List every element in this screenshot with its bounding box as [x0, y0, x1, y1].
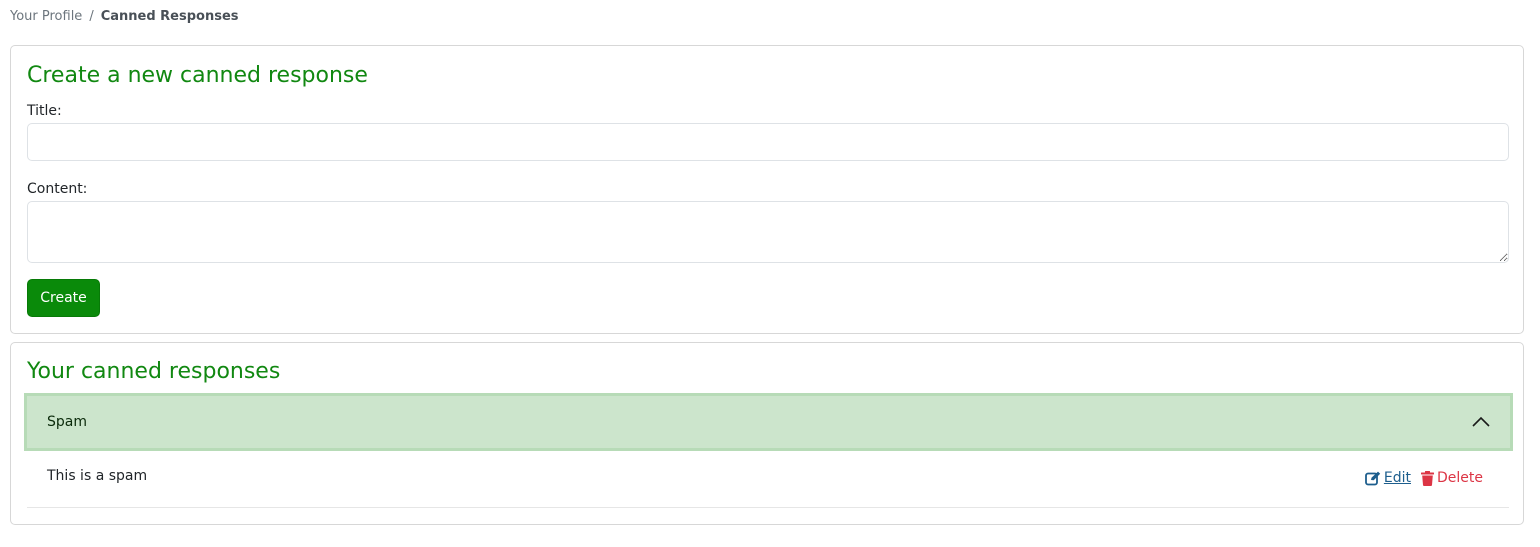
accordion-header-spam[interactable]: Spam	[24, 393, 1513, 451]
create-canned-response-card: Create a new canned response Title: Cont…	[10, 45, 1524, 334]
accordion-title: Spam	[47, 414, 87, 430]
list-heading: Your canned responses	[27, 359, 281, 384]
create-heading: Create a new canned response	[27, 63, 368, 88]
breadcrumb-your-profile[interactable]: Your Profile	[10, 9, 82, 24]
trash-icon	[1421, 470, 1434, 486]
content-textarea[interactable]	[27, 201, 1509, 263]
edit-link[interactable]: Edit	[1364, 470, 1411, 486]
edit-icon	[1364, 471, 1381, 486]
create-button[interactable]: Create	[27, 279, 100, 317]
breadcrumb-separator: /	[89, 9, 94, 24]
content-label: Content:	[27, 181, 88, 197]
chevron-up-icon[interactable]	[1472, 416, 1490, 428]
response-actions: Edit Delete	[1364, 470, 1483, 486]
delete-label: Delete	[1437, 470, 1483, 486]
edit-label: Edit	[1383, 470, 1411, 486]
breadcrumb-current: Canned Responses	[100, 9, 239, 24]
breadcrumb: Your Profile / Canned Responses	[10, 9, 239, 24]
delete-link[interactable]: Delete	[1421, 470, 1483, 486]
title-label: Title:	[27, 103, 62, 119]
response-content: This is a spam	[47, 468, 148, 484]
canned-responses-list-card: Your canned responses Spam This is a spa…	[10, 342, 1524, 525]
title-input[interactable]	[27, 123, 1509, 161]
accordion-body-spam: This is a spam Edit Delete	[27, 451, 1509, 508]
